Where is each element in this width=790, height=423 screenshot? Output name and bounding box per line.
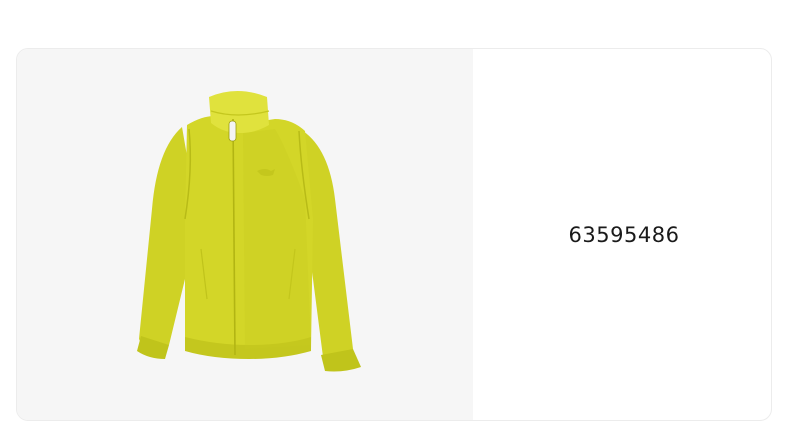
product-id: 63595486: [568, 222, 680, 247]
jacket-image-icon: [137, 91, 361, 372]
jacket-collar: [209, 91, 269, 133]
product-card[interactable]: 63595486: [16, 48, 772, 421]
product-info: 63595486: [473, 49, 771, 420]
zipper-pull: [228, 120, 237, 142]
product-image[interactable]: [17, 49, 473, 420]
